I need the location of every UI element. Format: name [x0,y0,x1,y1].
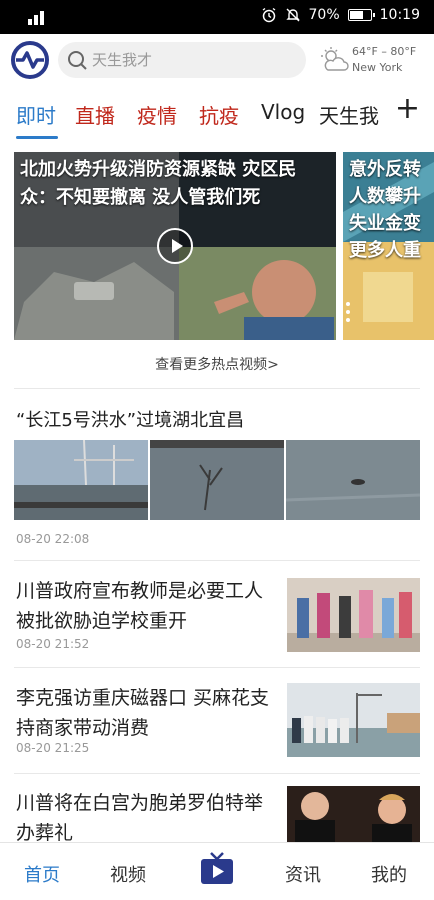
more-videos-link[interactable]: 查看更多热点视频> [0,354,434,374]
video-slide-title: 北加火势升级消防资源紧缺 灾区民众：不知要撤离 没人管我们死 [20,159,297,208]
news-title[interactable]: “长江5号洪水”过境湖北宜昌 [16,406,244,432]
video-slide[interactable]: 北加火势升级消防资源紧缺 灾区民众：不知要撤离 没人管我们死 [14,152,336,340]
nav-news[interactable]: 资讯 [285,861,321,887]
active-tab-indicator [16,136,58,139]
weather-temperature: 64°F – 80°F [352,45,417,58]
signal-icon [16,9,46,25]
weather-widget[interactable]: 64°F – 80°F New York [320,42,430,82]
officials-photo [287,683,420,757]
news-image [14,440,148,520]
tab-anti-epidemic[interactable]: 抗疫 [199,100,239,129]
nav-video[interactable]: 视频 [110,861,146,887]
status-bar: 70% 10:19 [0,0,434,34]
news-image [286,440,420,520]
add-tab-button[interactable]: + [395,94,420,124]
battery-icon [347,9,375,21]
news-timestamp: 08-20 22:08 [16,532,90,546]
tab-epidemic[interactable]: 疫情 [137,100,177,129]
mute-bell-icon [285,8,300,22]
tv-icon[interactable] [200,851,234,885]
app-logo-icon[interactable] [10,40,50,80]
video-slide-title: 意外反转 人数攀升 失业金变 更多人重 [349,159,421,261]
news-timestamp: 08-20 21:25 [16,741,90,755]
search-bar[interactable] [58,42,306,78]
search-input[interactable] [92,42,292,78]
news-timestamp: 08-20 21:52 [16,637,90,651]
category-tabs: 即时 直播 疫情 抗疫 Vlog 天生我 + [0,90,434,140]
weather-city: New York [352,61,403,74]
news-title[interactable]: 李克强访重庆磁器口 买麻花支持商家带动消费 [16,683,274,743]
tab-vlog[interactable]: Vlog [261,100,305,124]
brothers-photo [287,786,420,842]
search-icon [68,51,87,70]
divider [14,560,420,561]
battery-percent: 70% [308,7,340,23]
news-image [150,440,284,520]
video-carousel: 北加火势升级消防资源紧缺 灾区民众：不知要撤离 没人管我们死 意外反转 人数攀升… [0,152,434,342]
carousel-dots [346,302,350,326]
news-thumbnail[interactable] [287,578,420,652]
video-slide[interactable]: 意外反转 人数攀升 失业金变 更多人重 [343,152,434,340]
clock: 10:19 [379,7,420,23]
partly-cloudy-icon [321,47,349,71]
tab-broadcast[interactable]: 直播 [75,100,115,129]
news-title[interactable]: 川普将在白宫为胞弟罗伯特举办葬礼 [16,788,274,848]
news-image-strip[interactable] [14,440,420,520]
divider [14,773,420,774]
nav-home[interactable]: 首页 [24,861,60,887]
nav-me[interactable]: 我的 [371,861,407,887]
students-photo [287,578,420,652]
tab-talent[interactable]: 天生我 [319,100,379,129]
tab-live-news[interactable]: 即时 [16,100,56,129]
alarm-icon [262,7,275,23]
divider [14,388,420,389]
header: 64°F – 80°F New York [0,34,434,88]
news-thumbnail[interactable] [287,683,420,757]
play-icon[interactable] [157,228,193,264]
divider [14,667,420,668]
bottom-navigation: 首页 视频 资讯 我的 [0,842,434,900]
news-title[interactable]: 川普政府宣布教师是必要工人 被批欲胁迫学校重开 [16,576,274,636]
